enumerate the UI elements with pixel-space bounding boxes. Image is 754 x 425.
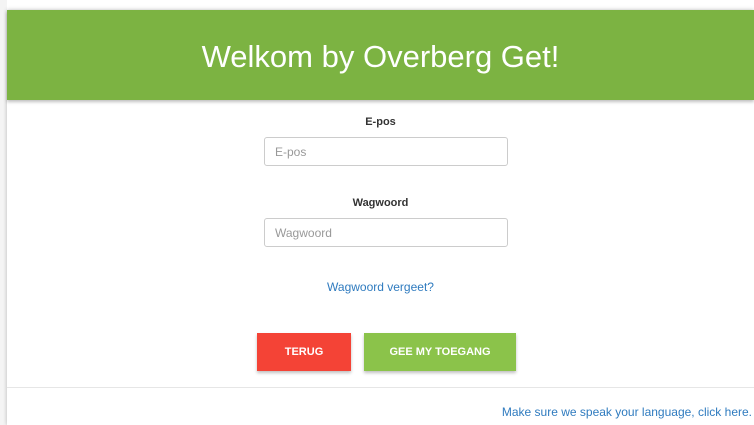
login-panel: Welkom by Overberg Get! E-pos Wagwoord W… — [7, 10, 754, 425]
page-background-edge — [0, 0, 7, 425]
email-field[interactable] — [264, 137, 508, 166]
page-title: Welkom by Overberg Get! — [201, 39, 560, 74]
forgot-password-link[interactable]: Wagwoord vergeet? — [7, 280, 754, 294]
language-link[interactable]: Make sure we speak your language, click … — [502, 405, 752, 419]
password-field[interactable] — [264, 218, 508, 247]
password-label: Wagwoord — [352, 197, 409, 209]
page: Welkom by Overberg Get! E-pos Wagwoord W… — [0, 0, 754, 425]
header-banner: Welkom by Overberg Get! — [7, 10, 754, 100]
back-button[interactable]: TERUG — [257, 333, 351, 371]
grant-access-button[interactable]: GEE MY TOEGANG — [364, 333, 516, 371]
footer-divider — [7, 387, 754, 388]
email-label: E-pos — [365, 116, 396, 128]
